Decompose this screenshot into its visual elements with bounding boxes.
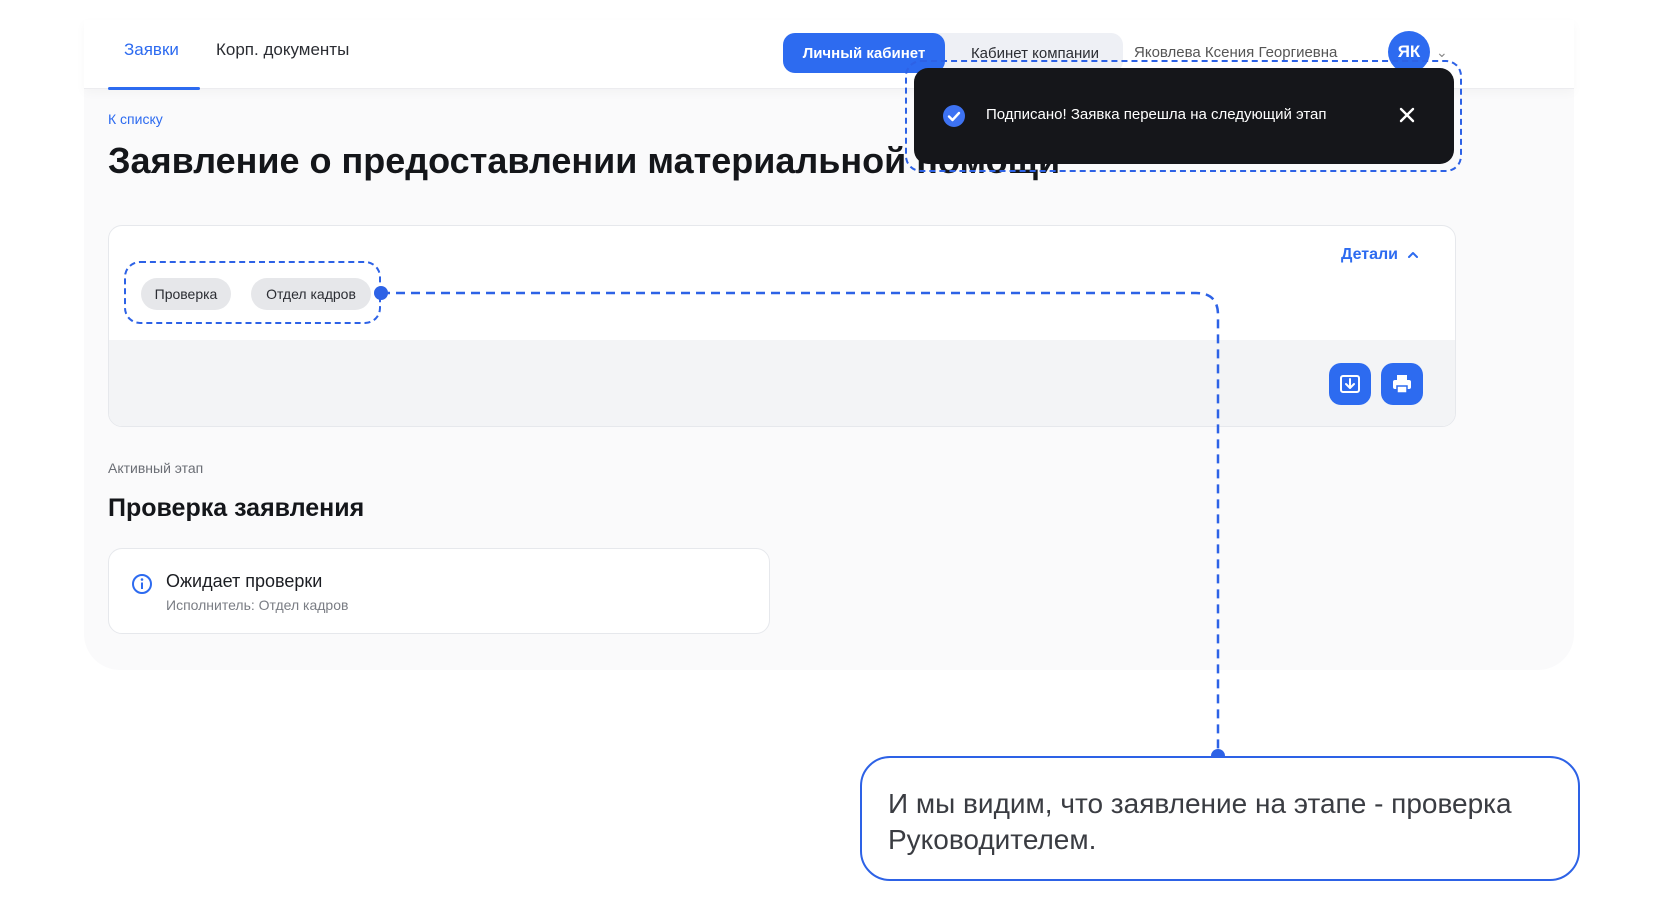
annotation-text: И мы видим, что заявление на этапе - про…	[888, 788, 1512, 855]
annotation-callout: И мы видим, что заявление на этапе - про…	[860, 756, 1580, 881]
connector-start-dot	[374, 286, 388, 300]
